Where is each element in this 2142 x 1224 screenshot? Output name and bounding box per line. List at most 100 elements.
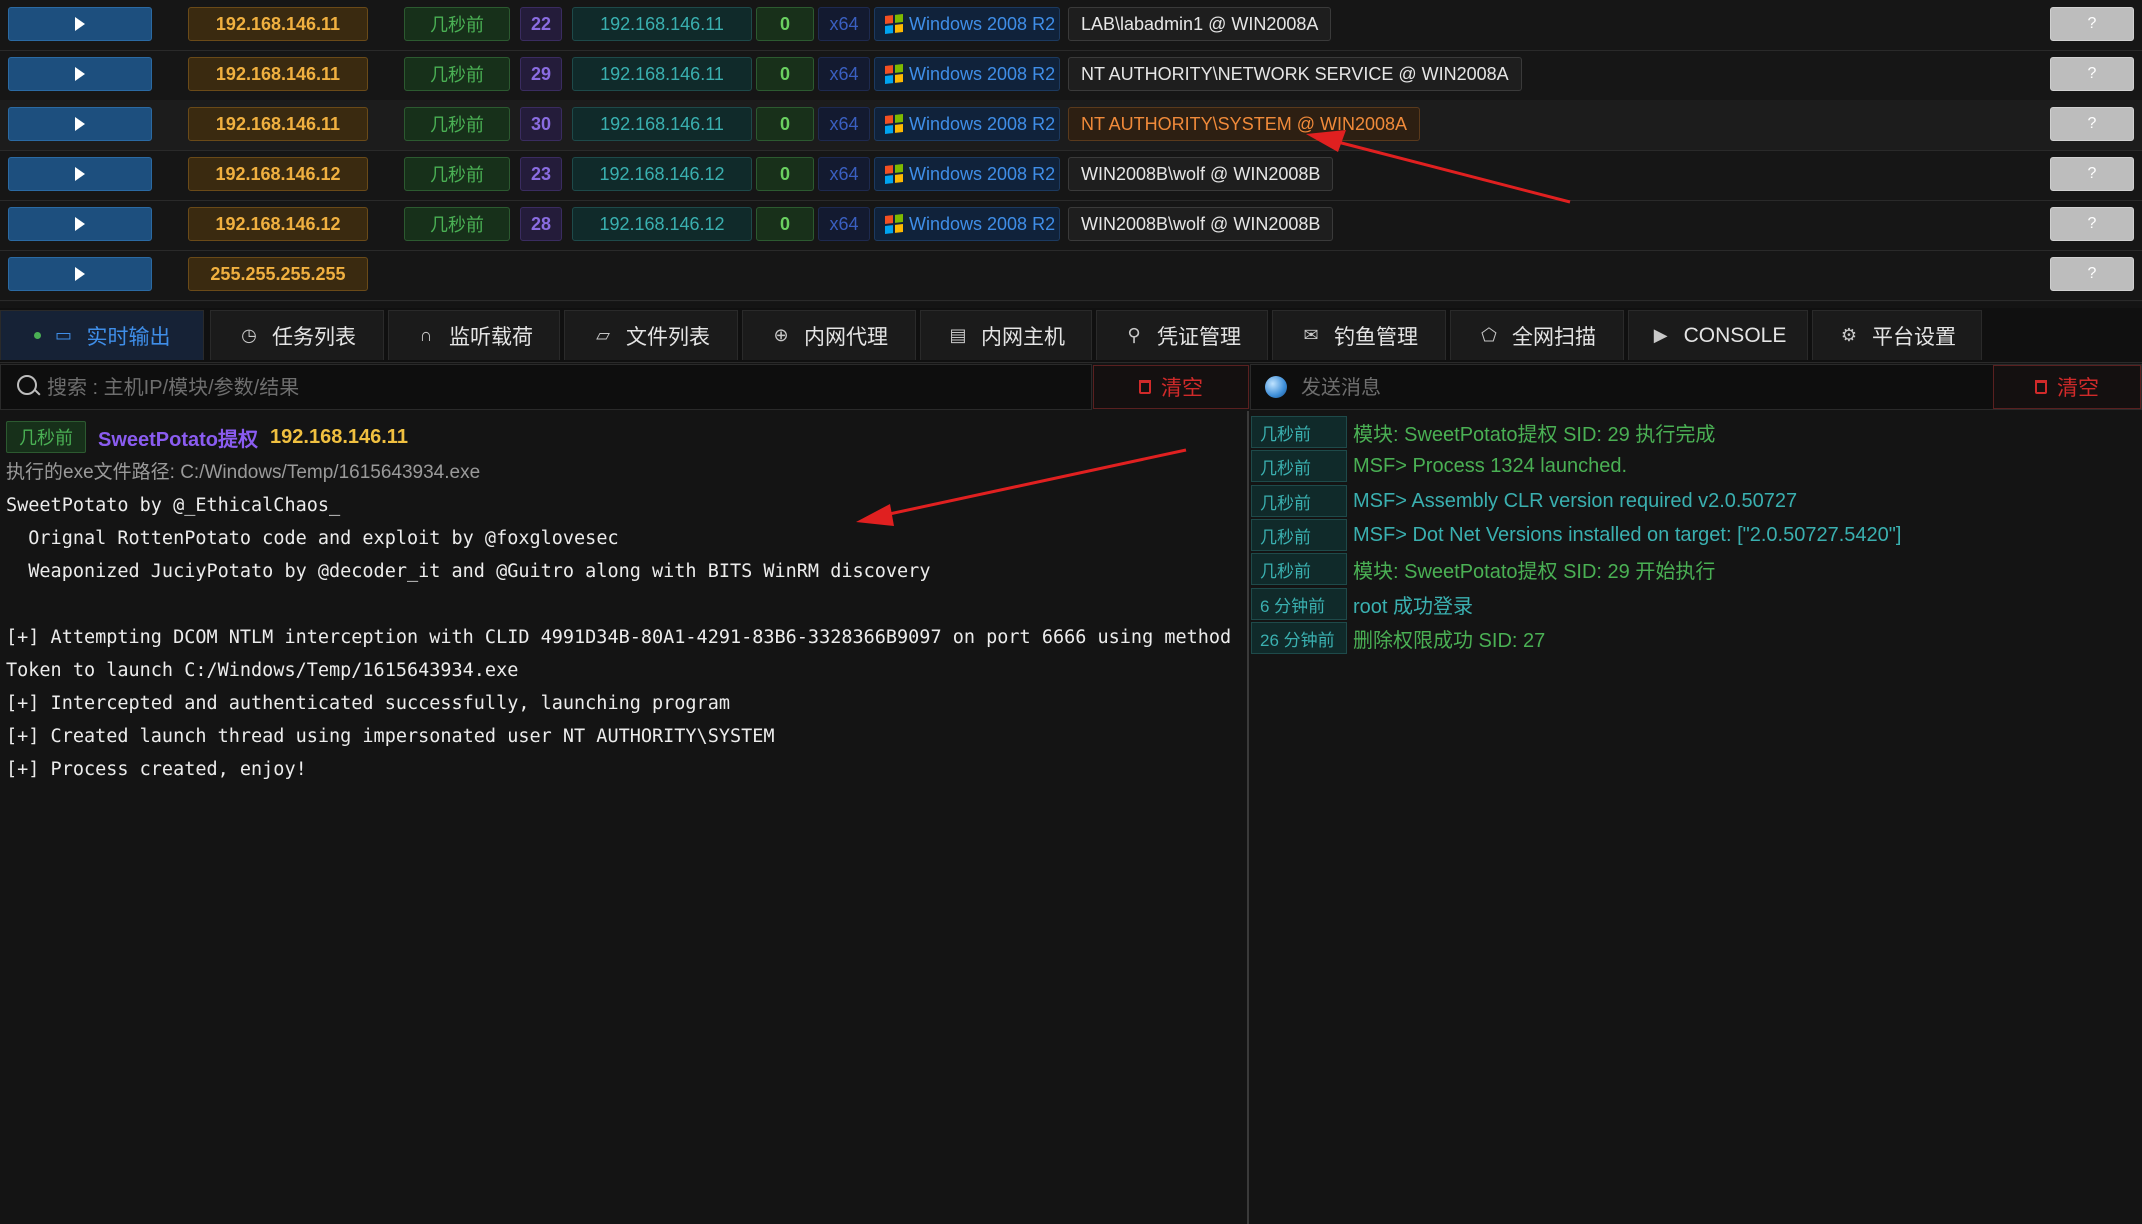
scan-icon: ⬠ xyxy=(1481,325,1497,345)
log-message: 删除权限成功 SID: 27 xyxy=(1353,629,1546,652)
log-time: 几秒前 xyxy=(1251,485,1347,517)
gear-icon: ⚙ xyxy=(1840,325,1858,345)
session-ip: 192.168.146.12 xyxy=(188,207,368,241)
session-os: Windows 2008 R2 xyxy=(874,157,1060,191)
session-row[interactable]: 192.168.146.12 几秒前 28 192.168.146.12 0 x… xyxy=(0,200,2142,251)
output-time-badge: 几秒前 xyxy=(6,421,86,453)
module-name: SweetPotato提权 xyxy=(98,428,259,451)
session-internal-ip: 192.168.146.12 xyxy=(572,157,752,191)
session-arch: x64 xyxy=(818,7,870,41)
session-row[interactable]: 255.255.255.255 ? xyxy=(0,250,2142,301)
session-integrity: 0 xyxy=(756,57,814,91)
tab-phishing[interactable]: ✉ 钓鱼管理 xyxy=(1272,310,1446,360)
log-row: 几秒前 MSF> Assembly CLR version required v… xyxy=(1251,484,1797,518)
expand-button[interactable] xyxy=(8,57,152,91)
session-arch: x64 xyxy=(818,157,870,191)
log-message: MSF> Assembly CLR version required v2.0.… xyxy=(1353,489,1798,512)
session-integrity: 0 xyxy=(756,107,814,141)
tab-console[interactable]: ▶ CONSOLE xyxy=(1628,310,1808,360)
help-button[interactable]: ? xyxy=(2050,257,2134,291)
session-os-label: Windows 2008 R2 xyxy=(909,213,1056,234)
tab-task-list[interactable]: ◷ 任务列表 xyxy=(210,310,384,360)
session-os-label: Windows 2008 R2 xyxy=(909,13,1056,34)
output-header: 几秒前 SweetPotato提权 192.168.146.11 xyxy=(6,421,408,453)
help-button[interactable]: ? xyxy=(2050,57,2134,91)
session-integrity: 0 xyxy=(756,207,814,241)
play-icon xyxy=(75,267,85,281)
tab-bar: ▭ 实时输出 ◷ 任务列表 ∩ 监听载荷 ▱ 文件列表 ⊕ 内网代理 ▤ 内网主… xyxy=(0,308,2142,363)
expand-button[interactable] xyxy=(8,157,152,191)
windows-icon xyxy=(885,14,903,34)
message-log-panel: 几秒前 模块: SweetPotato提权 SID: 29 执行完成 几秒前 M… xyxy=(1249,411,2142,1224)
session-ip: 192.168.146.11 xyxy=(188,57,368,91)
session-user: NT AUTHORITY\NETWORK SERVICE @ WIN2008A xyxy=(1068,57,1522,91)
log-row: 几秒前 MSF> Process 1324 launched. xyxy=(1251,449,1627,483)
session-row[interactable]: 192.168.146.12 几秒前 23 192.168.146.12 0 x… xyxy=(0,150,2142,201)
proxy-icon: ⊕ xyxy=(773,325,789,345)
windows-icon xyxy=(885,114,903,134)
module-ip: 192.168.146.11 xyxy=(270,425,408,448)
help-button[interactable]: ? xyxy=(2050,7,2134,41)
session-sid: 22 xyxy=(520,7,562,41)
session-row[interactable]: 192.168.146.11 几秒前 29 192.168.146.11 0 x… xyxy=(0,50,2142,101)
session-user: LAB\labadmin1 @ WIN2008A xyxy=(1068,7,1332,41)
expand-button[interactable] xyxy=(8,207,152,241)
session-internal-ip: 192.168.146.11 xyxy=(572,7,752,41)
session-ip: 192.168.146.12 xyxy=(188,157,368,191)
search-input[interactable] xyxy=(45,371,1049,405)
session-os: Windows 2008 R2 xyxy=(874,57,1060,91)
headphones-icon: ∩ xyxy=(419,325,433,345)
tab-file-list[interactable]: ▱ 文件列表 xyxy=(564,310,738,360)
log-time: 几秒前 xyxy=(1251,519,1347,551)
globe-icon xyxy=(1265,376,1287,398)
session-user: WIN2008B\wolf @ WIN2008B xyxy=(1068,207,1334,241)
expand-button[interactable] xyxy=(8,257,152,291)
clear-log-button[interactable]: 清空 xyxy=(1993,365,2141,409)
send-message-bar: 清空 xyxy=(1250,364,2142,410)
tab-credentials[interactable]: ⚲ 凭证管理 xyxy=(1096,310,1268,360)
clear-output-button[interactable]: 清空 xyxy=(1093,365,1249,409)
session-os-label: Windows 2008 R2 xyxy=(909,113,1056,134)
session-sid: 29 xyxy=(520,57,562,91)
session-time: 几秒前 xyxy=(404,157,510,191)
exe-path: 执行的exe文件路径: C:/Windows/Temp/1615643934.e… xyxy=(6,462,481,483)
session-ip: 192.168.146.11 xyxy=(188,107,368,141)
log-time: 几秒前 xyxy=(1251,553,1347,585)
tab-listeners[interactable]: ∩ 监听载荷 xyxy=(388,310,560,360)
session-internal-ip: 192.168.146.12 xyxy=(572,207,752,241)
session-os: Windows 2008 R2 xyxy=(874,207,1060,241)
log-time: 26 分钟前 xyxy=(1251,622,1347,654)
tab-settings[interactable]: ⚙ 平台设置 xyxy=(1812,310,1982,360)
help-button[interactable]: ? xyxy=(2050,207,2134,241)
log-message: 模块: SweetPotato提权 SID: 29 开始执行 xyxy=(1353,560,1716,583)
tab-network-scan[interactable]: ⬠ 全网扫描 xyxy=(1450,310,1624,360)
status-dot xyxy=(33,332,41,339)
session-row[interactable]: 192.168.146.11 几秒前 30 192.168.146.11 0 x… xyxy=(0,100,2142,151)
send-message-input[interactable] xyxy=(1299,371,1923,405)
session-arch: x64 xyxy=(818,57,870,91)
output-panel: 几秒前 SweetPotato提权 192.168.146.11 执行的exe文… xyxy=(0,411,1249,1224)
log-row: 26 分钟前 删除权限成功 SID: 27 xyxy=(1251,621,1545,655)
expand-button[interactable] xyxy=(8,7,152,41)
windows-icon xyxy=(885,164,903,184)
log-time: 几秒前 xyxy=(1251,416,1347,448)
session-ip: 192.168.146.11 xyxy=(188,7,368,41)
session-os-label: Windows 2008 R2 xyxy=(909,63,1056,84)
folder-icon: ▱ xyxy=(596,325,610,345)
console-output: SweetPotato by @_EthicalChaos_ Orignal R… xyxy=(6,495,1232,780)
session-arch: x64 xyxy=(818,107,870,141)
session-sid: 28 xyxy=(520,207,562,241)
tab-intranet-hosts[interactable]: ▤ 内网主机 xyxy=(920,310,1092,360)
tab-intranet-proxy[interactable]: ⊕ 内网代理 xyxy=(742,310,916,360)
help-button[interactable]: ? xyxy=(2050,107,2134,141)
expand-button[interactable] xyxy=(8,107,152,141)
session-os: Windows 2008 R2 xyxy=(874,7,1060,41)
session-user: WIN2008B\wolf @ WIN2008B xyxy=(1068,157,1334,191)
session-table: 192.168.146.11 几秒前 22 192.168.146.11 0 x… xyxy=(0,0,2142,302)
tab-realtime-output[interactable]: ▭ 实时输出 xyxy=(0,310,204,360)
play-icon xyxy=(75,117,85,131)
terminal-icon: ▶ xyxy=(1653,325,1668,345)
session-row[interactable]: 192.168.146.11 几秒前 22 192.168.146.11 0 x… xyxy=(0,0,2142,51)
help-button[interactable]: ? xyxy=(2050,157,2134,191)
session-time: 几秒前 xyxy=(404,207,510,241)
